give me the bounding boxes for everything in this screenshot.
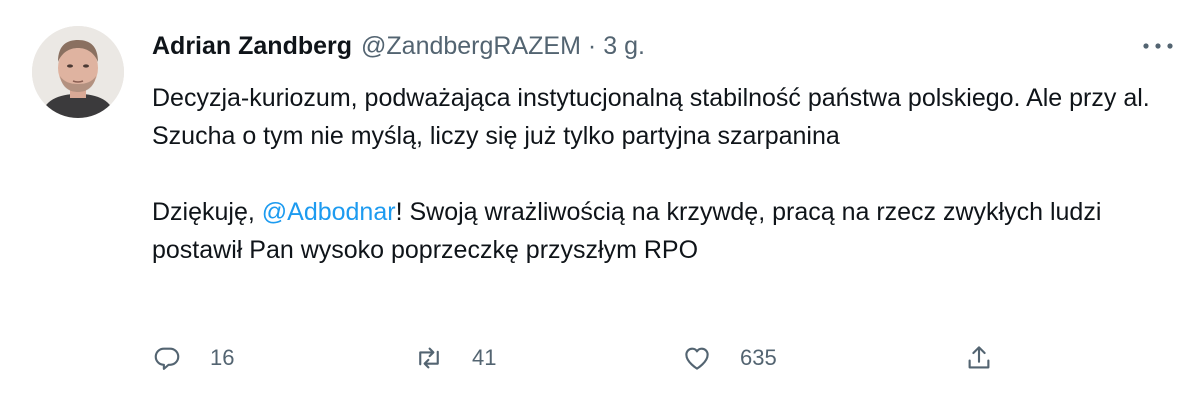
reply-button[interactable]: 16 (152, 340, 234, 376)
tweet-timestamp[interactable]: 3 g. (603, 26, 645, 66)
more-horizontal-icon (1143, 43, 1173, 49)
tweet-header: Adrian Zandberg @ZandbergRAZEM · 3 g. (152, 26, 1152, 66)
paragraph-2-start: Dziękuję, (152, 198, 262, 226)
tweet-actions: 16 41 635 (152, 340, 1152, 376)
more-options-button[interactable] (1136, 34, 1180, 58)
tweet-card[interactable]: Adrian Zandberg @ZandbergRAZEM · 3 g. De… (0, 0, 1196, 400)
like-button[interactable]: 635 (682, 340, 777, 376)
separator-dot: · (587, 32, 597, 60)
reply-count: 16 (210, 345, 235, 370)
retweet-button[interactable]: 41 (414, 340, 496, 376)
share-upload-icon (968, 346, 990, 369)
avatar[interactable] (32, 26, 124, 118)
tweet-content: Adrian Zandberg @ZandbergRAZEM · 3 g. De… (152, 26, 1152, 269)
avatar-portrait (32, 26, 124, 118)
author-name[interactable]: Adrian Zandberg (152, 26, 352, 66)
retweet-count: 41 (472, 345, 497, 370)
tweet-paragraph-2: Dziękuję, @Adbodnar! Swoją wrażliwością … (152, 193, 1152, 269)
tweet-text: Decyzja-kuriozum, podważająca instytucjo… (152, 79, 1152, 269)
mention-link[interactable]: @Adbodnar (262, 198, 396, 226)
heart-icon (685, 347, 709, 370)
reply-bubble-icon (154, 347, 180, 370)
share-button[interactable] (964, 340, 994, 376)
like-count: 635 (740, 345, 777, 370)
tweet-paragraph-1: Decyzja-kuriozum, podważająca instytucjo… (152, 84, 1150, 150)
author-handle[interactable]: @ZandbergRAZEM (361, 26, 581, 66)
retweet-arrows-icon (419, 347, 439, 369)
